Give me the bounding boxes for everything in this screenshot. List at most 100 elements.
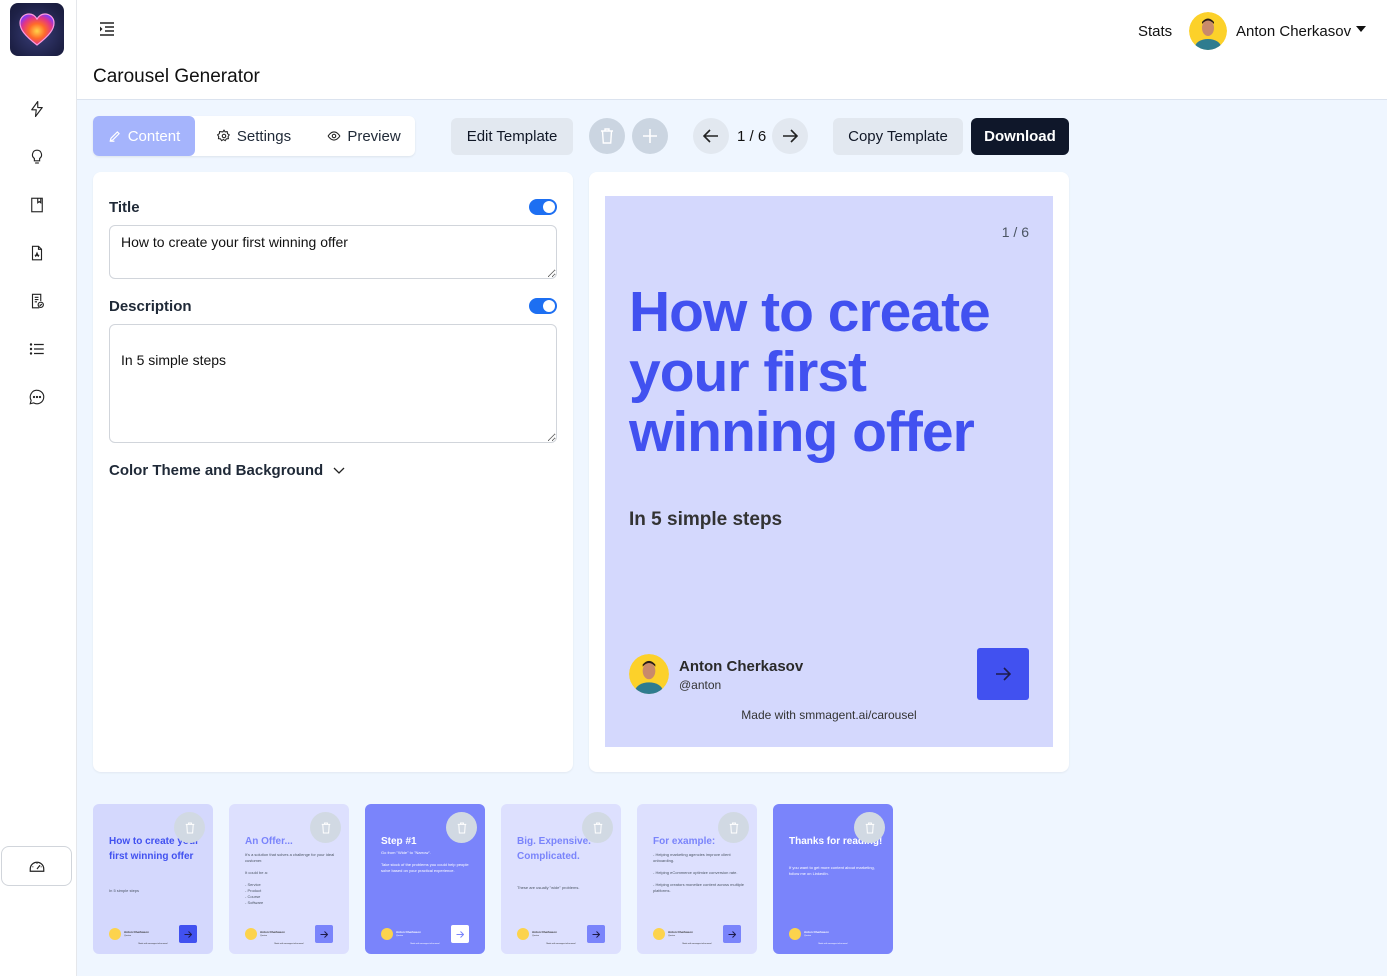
copy-template-button[interactable]: Copy Template [833,118,963,155]
trash-icon [593,822,602,833]
thumbnail-next-arrow [723,925,741,943]
trash-icon [321,822,330,833]
heart-logo-icon [19,12,55,46]
tab-preview[interactable]: Preview [313,116,415,156]
title-label: Title [109,199,140,216]
user-name[interactable]: Anton Cherkasov [1236,23,1351,40]
thumbnail-delete-button[interactable] [854,812,885,843]
description-toggle[interactable] [529,298,557,314]
slide-count: 1 / 6 [1001,224,1029,240]
tab-settings-label: Settings [236,127,292,145]
indent-menu-icon [100,22,114,36]
arrow-right-icon [592,930,600,938]
sidebar-toggle-button[interactable] [99,22,119,40]
thumbnail-author-avatar [517,928,529,940]
thumbnail-body: - Helping marketing agencies improve cli… [653,852,744,893]
slide-thumbnail[interactable]: For example: - Helping marketing agencie… [637,804,757,954]
thumbnail-author-avatar [109,928,121,940]
slide-title: How to create your first winning offer [629,280,991,464]
slide-footer: Made with smmagent.ai/carousel [741,708,917,722]
page-title: Carousel Generator [93,66,260,87]
document-check-icon [31,293,44,309]
slide-next-arrow-button[interactable] [977,648,1029,700]
slide-thumbnail[interactable]: Step #1 Go from "Wide" to "Narrow". Take… [365,804,485,954]
thumbnail-body: If you want to get more content about ma… [789,865,875,876]
thumbnail-author-name: Anton Cherkasov [532,930,557,934]
thumbnail-body: In 5 simple steps [109,888,140,893]
thumbnail-delete-button[interactable] [446,812,477,843]
thumbnail-footer: Made with smmagent.ai/carousel [138,943,168,945]
slide-thumbnail[interactable]: An Offer... It's a solution that solves … [229,804,349,954]
slide-preview-panel: 1 / 6 How to create your first winning o… [589,172,1069,772]
sidebar-item-generate[interactable] [26,98,48,120]
description-input[interactable] [109,324,557,443]
gear-icon [216,129,230,142]
chevron-down-icon [333,467,345,474]
trash-icon [185,822,194,833]
delete-slide-button[interactable] [589,118,625,154]
stats-link[interactable]: Stats [1138,23,1172,40]
eye-icon [327,131,341,141]
pen-icon [109,131,120,142]
thumbnail-author-handle: @anton [668,935,676,937]
user-avatar[interactable] [1189,12,1227,50]
lightbulb-icon [31,149,43,164]
tab-content[interactable]: Content [93,116,195,156]
color-theme-accordion[interactable]: Color Theme and Background [109,462,345,479]
user-menu-caret-icon[interactable] [1356,26,1366,32]
slide-thumbnail[interactable]: Big. Expensive. Complicated. These are u… [501,804,621,954]
slide-thumbnails: How to create your first winning offer I… [93,804,893,954]
thumbnail-author-handle: @anton [532,935,540,937]
sidebar-item-chat[interactable] [26,386,48,408]
thumbnail-delete-button[interactable] [174,812,205,843]
arrow-right-icon [456,930,464,938]
arrow-right-icon [996,667,1011,681]
thumbnail-author-handle: @anton [804,935,812,937]
thumbnail-author-avatar [245,928,257,940]
arrow-right-icon [783,129,798,143]
title-input[interactable] [109,225,557,279]
app-logo[interactable] [10,3,64,56]
trash-icon [729,822,738,833]
sidebar-item-templates[interactable] [26,290,48,312]
thumbnail-footer: Made with smmagent.ai/carousel [274,943,304,945]
thumbnail-footer: Made with smmagent.ai/carousel [546,943,576,945]
tab-content-label: Content [127,127,181,145]
list-icon [29,343,44,355]
title-toggle[interactable] [529,199,557,215]
thumbnail-author-avatar [653,928,665,940]
arrow-right-icon [184,930,192,938]
slide-author-handle: @anton [679,678,722,692]
thumbnail-author-avatar [789,928,801,940]
chat-icon [29,389,45,405]
edit-template-button[interactable]: Edit Template [451,118,573,155]
next-slide-button[interactable] [772,118,808,154]
slide-thumbnail[interactable]: Thanks for reading! If you want to get m… [773,804,893,954]
thumbnail-body: These are usually "wide" problems. [517,885,580,890]
tab-settings[interactable]: Settings [195,116,313,156]
trash-icon [865,822,874,833]
content-editor-panel: Title Description Color Theme and Backgr… [93,172,573,772]
thumbnail-body: It's a solution that solves a challenge … [245,852,335,905]
download-button[interactable]: Download [971,118,1069,155]
dashboard-button[interactable] [1,846,72,886]
bookmark-icon [31,197,43,213]
sidebar-item-list[interactable] [26,338,48,360]
plus-icon [643,129,657,143]
thumbnail-footer: Made with smmagent.ai/carousel [682,943,712,945]
thumbnail-author-name: Anton Cherkasov [124,930,149,934]
slide-thumbnail[interactable]: How to create your first winning offer I… [93,804,213,954]
pdf-file-icon [31,245,43,261]
sidebar-item-ideas[interactable] [26,146,48,168]
thumbnail-delete-button[interactable] [582,812,613,843]
thumbnail-footer: Made with smmagent.ai/carousel [410,943,440,945]
thumbnail-delete-button[interactable] [718,812,749,843]
add-slide-button[interactable] [632,118,668,154]
previous-slide-button[interactable] [693,118,729,154]
sidebar-item-pdf[interactable] [26,242,48,264]
slide-preview: 1 / 6 How to create your first winning o… [605,196,1053,747]
thumbnail-body: Go from "Wide" to "Narrow". Take stock o… [381,850,469,873]
sidebar-item-saved[interactable] [26,194,48,216]
thumbnail-author-name: Anton Cherkasov [396,930,421,934]
thumbnail-delete-button[interactable] [310,812,341,843]
